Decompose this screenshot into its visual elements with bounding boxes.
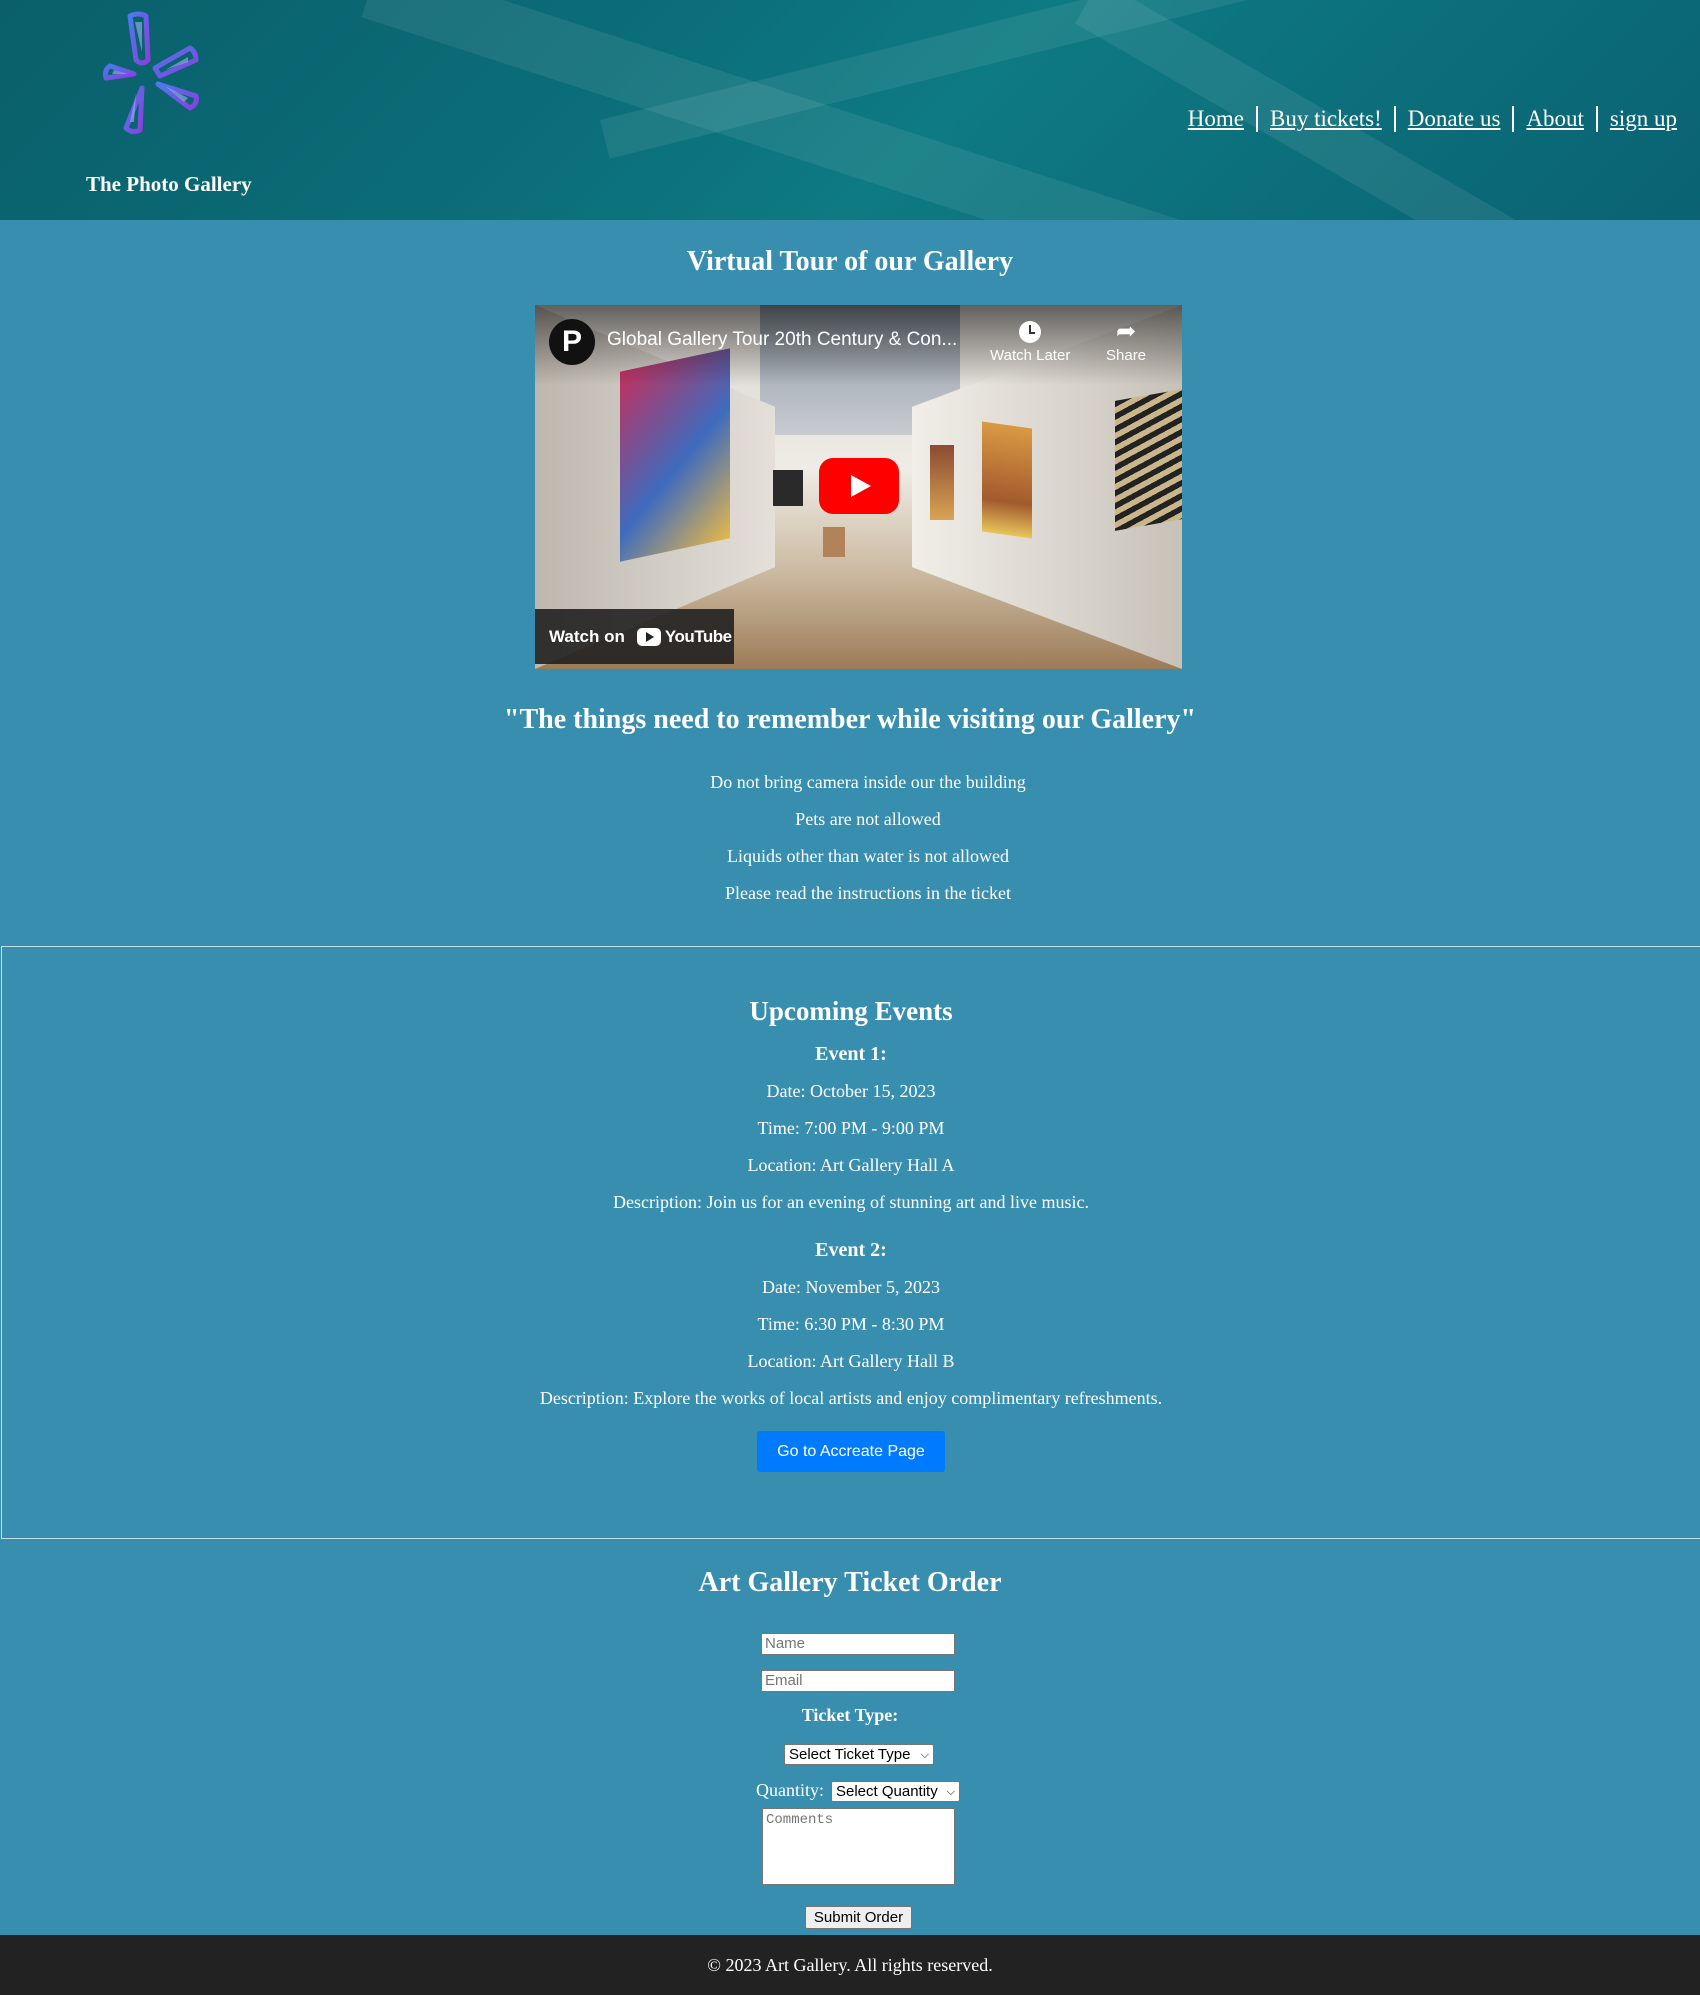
- petal-logo-icon[interactable]: [100, 8, 220, 138]
- nav-separator: [1595, 106, 1598, 132]
- quantity-value: Select Quantity: [836, 1783, 938, 1800]
- rule-item: Please read the instructions in the tick…: [725, 883, 1011, 903]
- watch-on-youtube-button[interactable]: Watch on YouTube: [535, 609, 734, 664]
- chevron-down-icon: ⌵: [946, 1786, 955, 1798]
- event-description: Description: Explore the works of local …: [539, 1388, 1163, 1408]
- go-to-accreate-button[interactable]: Go to Accreate Page: [757, 1431, 945, 1472]
- event-description: Description: Join us for an evening of s…: [613, 1192, 1089, 1212]
- event-time: Time: 7:00 PM - 9:00 PM: [757, 1118, 945, 1138]
- nav-donate-link[interactable]: Donate us: [1408, 106, 1501, 132]
- event-time: Time: 6:30 PM - 8:30 PM: [757, 1314, 945, 1334]
- tour-heading: Virtual Tour of our Gallery: [686, 246, 1014, 277]
- quantity-label: Quantity:: [756, 1780, 824, 1800]
- nav-about-link[interactable]: About: [1526, 106, 1584, 132]
- video-title[interactable]: Global Gallery Tour 20th Century & Con..…: [607, 329, 957, 351]
- rule-item: Do not bring camera inside our the build…: [710, 772, 1026, 792]
- nav-buy-tickets-link[interactable]: Buy tickets!: [1270, 106, 1382, 132]
- event-date: Date: November 5, 2023: [762, 1277, 940, 1297]
- nav-separator: [1255, 106, 1258, 132]
- rule-item: Liquids other than water is not allowed: [727, 846, 1009, 866]
- clock-icon: [1019, 321, 1042, 343]
- order-section: Art Gallery Ticket Order: [0, 1567, 1700, 1599]
- nav-separator: [1393, 106, 1396, 132]
- chevron-down-icon: ⌵: [920, 1749, 929, 1761]
- rules-list: Do not bring camera inside our the build…: [18, 764, 1700, 912]
- video-pedestal: [823, 527, 845, 557]
- quantity-select[interactable]: Select Quantity ⌵: [831, 1781, 960, 1802]
- video-painting: [930, 445, 954, 520]
- event-title: Event 2:: [815, 1239, 887, 1261]
- comments-textarea[interactable]: Comments: [762, 1808, 955, 1885]
- site-footer: © 2023 Art Gallery. All rights reserved.: [0, 1935, 1700, 1995]
- copyright-text: © 2023 Art Gallery. All rights reserved.: [707, 1955, 993, 1975]
- nav-signup-link[interactable]: sign up: [1610, 106, 1677, 132]
- site-header: The Photo Gallery Home Buy tickets! Dona…: [0, 0, 1700, 220]
- event-title: Event 1:: [815, 1043, 887, 1065]
- ticket-type-select[interactable]: Select Ticket Type ⌵: [784, 1744, 934, 1765]
- video-painting: [982, 421, 1032, 539]
- share-icon: ➦: [1115, 318, 1137, 345]
- watch-later-button[interactable]: Watch Later: [990, 321, 1070, 364]
- nav-separator: [1512, 106, 1515, 132]
- ticket-type-value: Select Ticket Type: [789, 1746, 911, 1763]
- rules-section: "The things need to remember while visit…: [0, 704, 1700, 736]
- youtube-icon: [636, 627, 661, 646]
- rule-item: Pets are not allowed: [795, 809, 941, 829]
- nav-home-link[interactable]: Home: [1188, 106, 1244, 132]
- share-label: Share: [1106, 347, 1147, 364]
- video-embed[interactable]: P Global Gallery Tour 20th Century & Con…: [535, 305, 1182, 669]
- youtube-wordmark: YouTube: [664, 626, 732, 646]
- ticket-type-label: Ticket Type:: [801, 1705, 899, 1725]
- events-section: Upcoming Events Event 1: Date: October 1…: [1, 946, 1700, 1539]
- events-content: Upcoming Events Event 1: Date: October 1…: [1, 996, 1700, 1472]
- event-location: Location: Art Gallery Hall B: [747, 1351, 955, 1371]
- name-input[interactable]: Name: [761, 1633, 955, 1655]
- main-nav: Home Buy tickets! Donate us About sign u…: [1188, 106, 1677, 132]
- video-painting: [773, 470, 803, 506]
- watch-later-label: Watch Later: [990, 347, 1071, 364]
- order-heading: Art Gallery Ticket Order: [698, 1567, 1002, 1598]
- email-input[interactable]: Email: [761, 1670, 955, 1692]
- submit-order-button[interactable]: Submit Order: [805, 1906, 912, 1929]
- rules-heading: "The things need to remember while visit…: [503, 704, 1197, 735]
- channel-avatar[interactable]: P: [549, 319, 595, 365]
- share-button[interactable]: ➦ Share: [1106, 318, 1147, 365]
- video-painting: [1115, 389, 1182, 531]
- tour-section: Virtual Tour of our Gallery: [0, 246, 1700, 278]
- event-date: Date: October 15, 2023: [766, 1081, 936, 1101]
- site-name: The Photo Gallery: [86, 172, 252, 196]
- watch-on-label: Watch on: [549, 626, 625, 646]
- events-heading: Upcoming Events: [749, 996, 953, 1026]
- event-location: Location: Art Gallery Hall A: [747, 1155, 955, 1175]
- play-button[interactable]: [819, 458, 899, 514]
